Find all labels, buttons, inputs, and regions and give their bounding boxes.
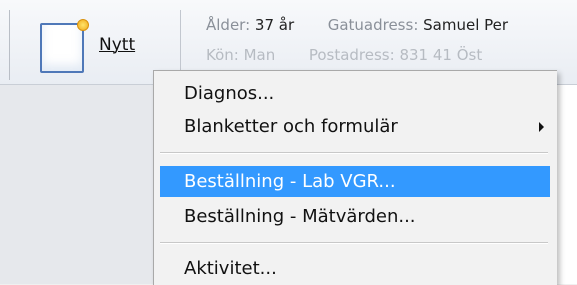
new-button-label: Nytt xyxy=(99,35,136,55)
context-menu: Diagnos... Blanketter och formulär Bestä… xyxy=(153,70,557,285)
address-value: Samuel Per xyxy=(423,16,509,34)
toolbar-separator xyxy=(180,10,181,76)
menu-item-blanketter[interactable]: Blanketter och formulär xyxy=(160,111,550,142)
age-value: 37 år xyxy=(254,16,295,34)
new-button[interactable]: Nytt xyxy=(22,12,152,80)
patient-info-line-1: Ålder: 37 år Gatuadress: Samuel Per xyxy=(206,16,508,34)
submenu-arrow-icon xyxy=(539,122,544,132)
menu-item-label: Blanketter och formulär xyxy=(184,116,398,137)
toolbar-edge xyxy=(9,10,10,80)
menu-item-label: Diagnos... xyxy=(184,83,275,104)
menu-item-bestallning-lab[interactable]: Beställning - Lab VGR... xyxy=(160,166,550,197)
menu-item-diagnos[interactable]: Diagnos... xyxy=(160,78,550,109)
new-document-icon xyxy=(40,19,89,73)
menu-item-aktivitet[interactable]: Aktivitet... xyxy=(160,253,550,284)
gender-value: Man xyxy=(243,46,276,64)
menu-item-label: Aktivitet... xyxy=(184,258,277,279)
new-star-icon xyxy=(77,19,89,31)
gender-label: Kön: xyxy=(206,46,239,64)
postal-label: Postadress: xyxy=(308,46,395,64)
postal-value: 831 41 Öst xyxy=(399,46,483,64)
age-label: Ålder: xyxy=(206,16,251,34)
menu-item-bestallning-matvarden[interactable]: Beställning - Mätvärden... xyxy=(160,201,550,232)
menu-separator xyxy=(160,152,548,154)
menu-item-label: Beställning - Lab VGR... xyxy=(184,171,396,192)
menu-separator xyxy=(160,242,548,244)
patient-info-line-2: Kön: Man Postadress: 831 41 Öst xyxy=(206,46,482,64)
menu-item-label: Beställning - Mätvärden... xyxy=(184,206,416,227)
address-label: Gatuadress: xyxy=(327,16,419,34)
